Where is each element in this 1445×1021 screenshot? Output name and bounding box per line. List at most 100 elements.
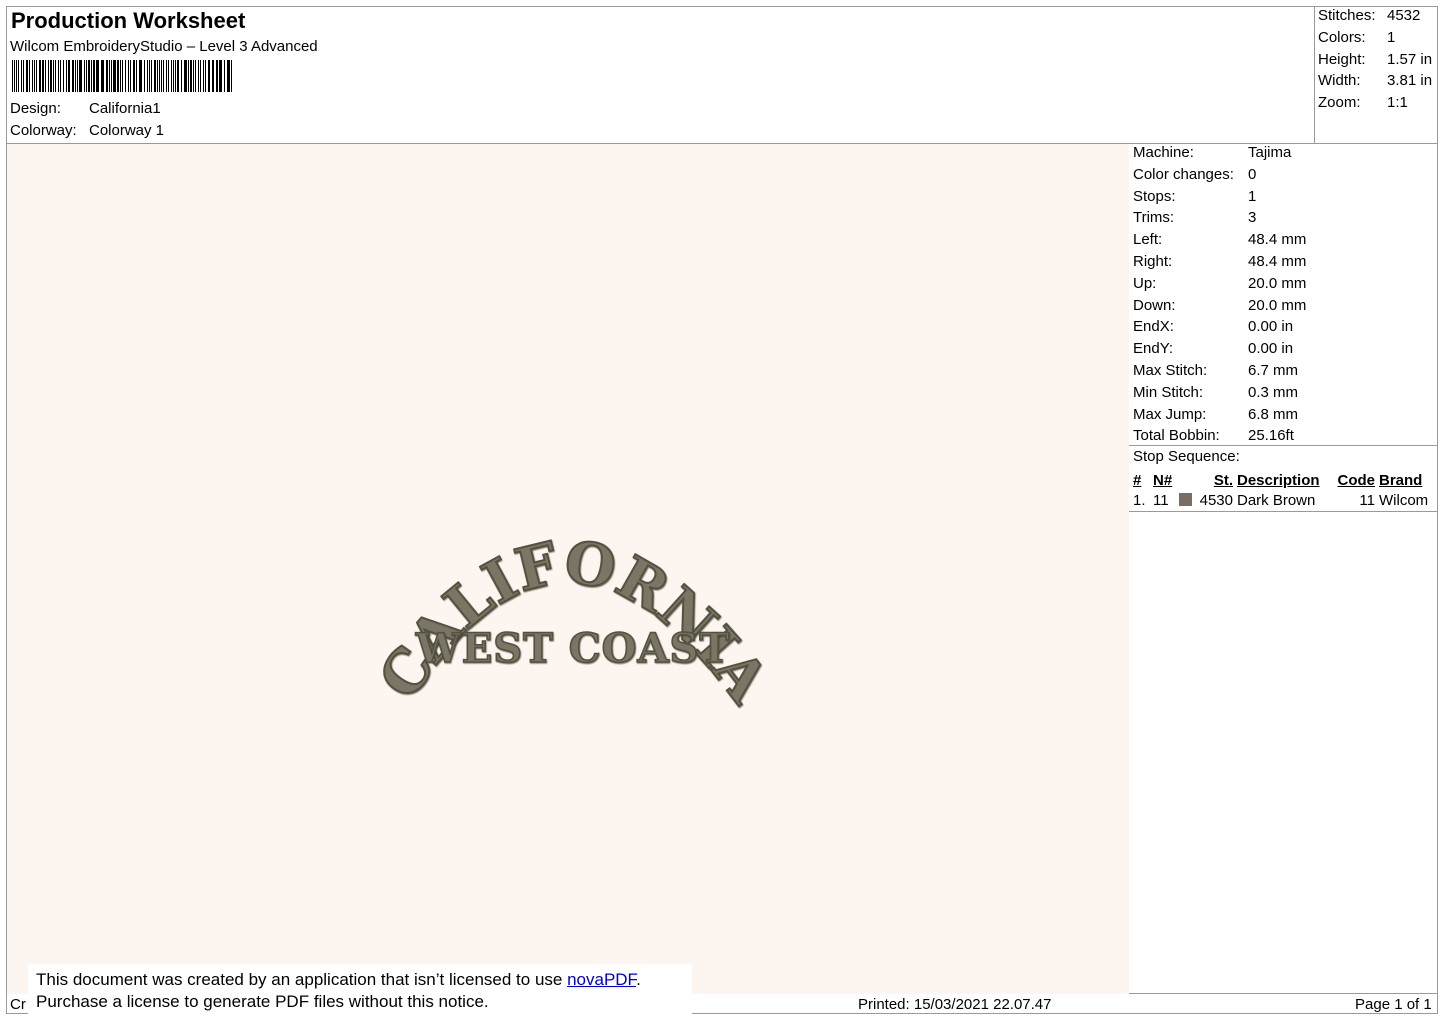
barcode-bar (171, 60, 172, 92)
col-header-index: # (1133, 471, 1142, 489)
barcode-bar (208, 60, 210, 92)
barcode-bar (205, 60, 206, 92)
barcode-bar (77, 60, 78, 92)
barcode-bar (151, 60, 152, 92)
barcode-bar (147, 60, 148, 92)
barcode-bar (50, 60, 52, 92)
row-stitches: 4530 (1199, 491, 1233, 509)
barcode-bar (106, 60, 108, 92)
barcode (12, 60, 232, 92)
barcode-bar (136, 60, 137, 92)
barcode-bar (55, 60, 56, 92)
table-header-row: # N# St. Description Code Brand (1133, 470, 1432, 490)
col-header-code: Code (1337, 471, 1376, 489)
barcode-bar (144, 60, 145, 92)
line-text-west-coast: WEST COAST (415, 625, 730, 672)
barcode-bar (75, 60, 76, 92)
app-name: Wilcom EmbroideryStudio – Level 3 Advanc… (10, 38, 318, 55)
barcode-bar (88, 60, 90, 92)
barcode-bar (72, 60, 74, 92)
info-row: Min Stitch: 0.3 mm (1133, 383, 1299, 401)
table-row: 1. 11 4530 Dark Brown 11 Wilcom (1133, 490, 1432, 510)
barcode-bar (139, 60, 142, 92)
design-value: California1 (89, 100, 161, 117)
barcode-bar (173, 60, 174, 92)
barcode-bar (154, 60, 156, 92)
barcode-bar (45, 60, 46, 92)
barcode-bar (93, 60, 95, 92)
colorway-label: Colorway: (10, 122, 77, 139)
barcode-bar (231, 60, 232, 92)
barcode-bar (32, 60, 33, 92)
barcode-bar (177, 60, 179, 92)
info-row: Up: 20.0 mm (1133, 274, 1307, 292)
barcode-bar (166, 60, 167, 92)
printed-timestamp: Printed: 15/03/2021 22.07.47 (858, 996, 1052, 1013)
barcode-bar (42, 60, 44, 92)
barcode-bar (195, 60, 196, 92)
barcode-bar (18, 60, 19, 92)
embroidery-design: CALIFORNIA WEST COAST (365, 526, 783, 716)
summary-row: Stitches: 4532 (1318, 7, 1421, 24)
barcode-bar (12, 60, 13, 92)
barcode-bar (190, 60, 192, 92)
barcode-bar (175, 60, 176, 92)
info-row: EndX: 0.00 in (1133, 318, 1294, 336)
barcode-bar (161, 60, 162, 92)
barcode-bar (84, 60, 85, 92)
summary-row: Colors: 1 (1318, 28, 1396, 46)
barcode-bar (181, 60, 182, 92)
barcode-bar (219, 60, 222, 92)
barcode-bar (128, 60, 129, 92)
info-row: Right: 48.4 mm (1133, 252, 1307, 270)
barcode-bar (149, 60, 150, 92)
info-row: Left: 48.4 mm (1133, 231, 1307, 249)
info-row: Max Jump: 6.8 mm (1133, 405, 1299, 423)
barcode-bar (117, 60, 119, 92)
barcode-bar (111, 60, 112, 92)
row-description: Dark Brown (1237, 491, 1316, 509)
barcode-bar (29, 60, 30, 92)
info-row: EndY: 0.00 in (1133, 340, 1294, 358)
barcode-bar (86, 60, 87, 92)
page-number: Page 1 of 1 (1355, 996, 1432, 1013)
barcode-bar (200, 60, 201, 92)
barcode-bar (48, 60, 49, 92)
color-swatch (1179, 490, 1197, 510)
summary-panel: Stitches: 4532 Colors: 1 Height: 1.57 in Wi… (1318, 5, 1432, 114)
barcode-bar (23, 60, 24, 92)
novapdf-link[interactable]: novaPDF (567, 970, 636, 989)
summary-divider (1314, 7, 1315, 143)
barcode-bar (188, 60, 189, 92)
page-title: Production Worksheet (11, 8, 246, 33)
barcode-bar (53, 60, 54, 92)
summary-row: Height: 1.57 in (1318, 50, 1433, 68)
barcode-bar (109, 60, 110, 92)
barcode-bar (163, 60, 164, 92)
barcode-bar (36, 60, 37, 92)
notice-line-2: Purchase a license to generate PDF files… (36, 992, 489, 1011)
barcode-bar (216, 60, 218, 92)
stop-sequence-title: Stop Sequence: (1133, 448, 1240, 465)
summary-row: Zoom: 1:1 (1318, 94, 1408, 112)
barcode-bar (68, 60, 70, 92)
barcode-bar (203, 60, 204, 92)
barcode-bar (120, 60, 121, 92)
row-index: 1. (1133, 491, 1146, 509)
barcode-bar (113, 60, 116, 92)
barcode-bar (193, 60, 194, 92)
footer-left-text: Cr (10, 996, 26, 1013)
barcode-bar (157, 60, 158, 92)
notice-line-1: This document was created by an applicat… (36, 970, 641, 989)
info-row: Max Stitch: 6.7 mm (1133, 361, 1299, 379)
barcode-bar (16, 60, 17, 92)
barcode-bar (39, 60, 41, 92)
barcode-bar (224, 60, 225, 92)
info-row: Total Bobbin: 25.16ft (1133, 427, 1294, 445)
barcode-bar (34, 60, 35, 92)
barcode-bar (125, 60, 126, 92)
machine-info-panel: Machine: Tajima Color changes: 0 Stops: 1 T… (1133, 142, 1306, 447)
info-row: Trims: 3 (1133, 209, 1257, 227)
barcode-bar (101, 60, 104, 92)
col-header-brand: Brand (1379, 471, 1423, 489)
